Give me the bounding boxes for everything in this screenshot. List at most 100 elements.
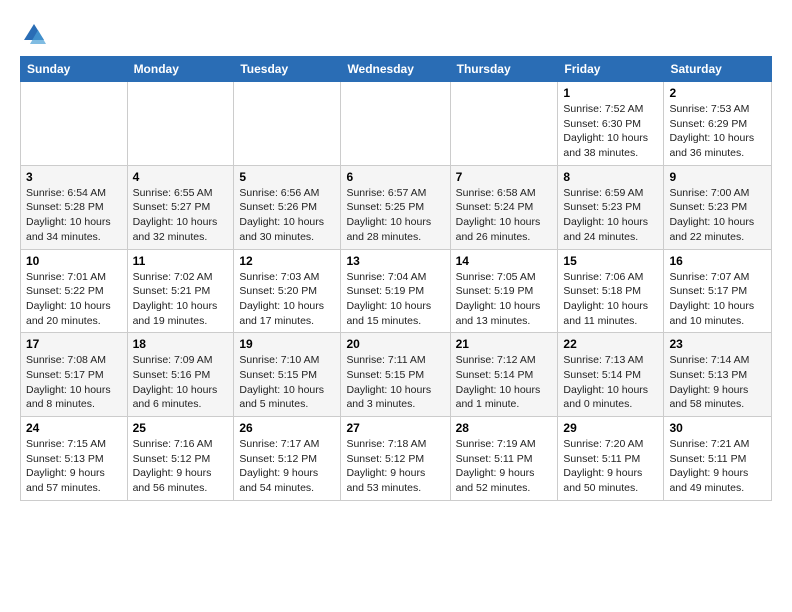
calendar-week-row: 3 Sunrise: 6:54 AM Sunset: 5:28 PM Daylig… <box>21 165 772 249</box>
day-number: 3 <box>26 170 122 184</box>
day-info: Sunrise: 7:14 AM Sunset: 5:13 PM Dayligh… <box>669 353 766 412</box>
calendar-cell: 24 Sunrise: 7:15 AM Sunset: 5:13 PM Dayli… <box>21 417 128 501</box>
calendar-cell: 27 Sunrise: 7:18 AM Sunset: 5:12 PM Dayli… <box>341 417 450 501</box>
weekday-header-sunday: Sunday <box>21 57 128 82</box>
calendar-week-row: 17 Sunrise: 7:08 AM Sunset: 5:17 PM Dayli… <box>21 333 772 417</box>
day-info: Sunrise: 7:13 AM Sunset: 5:14 PM Dayligh… <box>563 353 658 412</box>
logo <box>20 20 52 48</box>
day-info: Sunrise: 6:57 AM Sunset: 5:25 PM Dayligh… <box>346 186 444 245</box>
day-number: 30 <box>669 421 766 435</box>
calendar-cell: 22 Sunrise: 7:13 AM Sunset: 5:14 PM Dayli… <box>558 333 664 417</box>
calendar-week-row: 24 Sunrise: 7:15 AM Sunset: 5:13 PM Dayli… <box>21 417 772 501</box>
calendar-cell: 6 Sunrise: 6:57 AM Sunset: 5:25 PM Daylig… <box>341 165 450 249</box>
day-info: Sunrise: 7:03 AM Sunset: 5:20 PM Dayligh… <box>239 270 335 329</box>
calendar-cell: 7Sunrise: 6:58 AM Sunset: 5:24 PM Daylig… <box>450 165 558 249</box>
calendar-cell: 14Sunrise: 7:05 AM Sunset: 5:19 PM Dayli… <box>450 249 558 333</box>
calendar-cell <box>127 82 234 166</box>
calendar-cell: 13 Sunrise: 7:04 AM Sunset: 5:19 PM Dayli… <box>341 249 450 333</box>
day-number: 13 <box>346 254 444 268</box>
day-number: 7 <box>456 170 553 184</box>
weekday-header-monday: Monday <box>127 57 234 82</box>
day-number: 6 <box>346 170 444 184</box>
day-number: 11 <box>133 254 229 268</box>
calendar-cell: 10 Sunrise: 7:01 AM Sunset: 5:22 PM Dayli… <box>21 249 128 333</box>
day-info: Sunrise: 7:02 AM Sunset: 5:21 PM Dayligh… <box>133 270 229 329</box>
calendar-cell: 4Sunrise: 6:55 AM Sunset: 5:27 PM Daylig… <box>127 165 234 249</box>
day-number: 18 <box>133 337 229 351</box>
calendar-cell: 18 Sunrise: 7:09 AM Sunset: 5:16 PM Dayli… <box>127 333 234 417</box>
calendar-cell: 8 Sunrise: 6:59 AM Sunset: 5:23 PM Daylig… <box>558 165 664 249</box>
day-info: Sunrise: 7:52 AM Sunset: 6:30 PM Dayligh… <box>563 102 658 161</box>
calendar-cell <box>21 82 128 166</box>
day-number: 26 <box>239 421 335 435</box>
calendar-cell: 21 Sunrise: 7:12 AM Sunset: 5:14 PM Dayli… <box>450 333 558 417</box>
day-number: 20 <box>346 337 444 351</box>
calendar-cell: 28 Sunrise: 7:19 AM Sunset: 5:11 PM Dayli… <box>450 417 558 501</box>
calendar-cell <box>450 82 558 166</box>
calendar-week-row: 1Sunrise: 7:52 AM Sunset: 6:30 PM Daylig… <box>21 82 772 166</box>
weekday-header-friday: Friday <box>558 57 664 82</box>
calendar-cell: 17 Sunrise: 7:08 AM Sunset: 5:17 PM Dayli… <box>21 333 128 417</box>
calendar-cell: 3 Sunrise: 6:54 AM Sunset: 5:28 PM Daylig… <box>21 165 128 249</box>
day-number: 15 <box>563 254 658 268</box>
calendar-cell: 30 Sunrise: 7:21 AM Sunset: 5:11 PM Dayli… <box>664 417 772 501</box>
header <box>20 16 772 48</box>
calendar-cell: 20 Sunrise: 7:11 AM Sunset: 5:15 PM Dayli… <box>341 333 450 417</box>
day-info: Sunrise: 7:08 AM Sunset: 5:17 PM Dayligh… <box>26 353 122 412</box>
day-number: 8 <box>563 170 658 184</box>
calendar-cell: 29Sunrise: 7:20 AM Sunset: 5:11 PM Dayli… <box>558 417 664 501</box>
calendar-header-row: SundayMondayTuesdayWednesdayThursdayFrid… <box>21 57 772 82</box>
day-number: 21 <box>456 337 553 351</box>
day-info: Sunrise: 7:11 AM Sunset: 5:15 PM Dayligh… <box>346 353 444 412</box>
calendar-table: SundayMondayTuesdayWednesdayThursdayFrid… <box>20 56 772 501</box>
day-info: Sunrise: 7:19 AM Sunset: 5:11 PM Dayligh… <box>456 437 553 496</box>
day-number: 22 <box>563 337 658 351</box>
weekday-header-tuesday: Tuesday <box>234 57 341 82</box>
day-info: Sunrise: 7:21 AM Sunset: 5:11 PM Dayligh… <box>669 437 766 496</box>
logo-icon <box>20 20 48 48</box>
day-number: 17 <box>26 337 122 351</box>
day-info: Sunrise: 7:15 AM Sunset: 5:13 PM Dayligh… <box>26 437 122 496</box>
day-info: Sunrise: 7:09 AM Sunset: 5:16 PM Dayligh… <box>133 353 229 412</box>
day-info: Sunrise: 7:12 AM Sunset: 5:14 PM Dayligh… <box>456 353 553 412</box>
day-number: 23 <box>669 337 766 351</box>
day-info: Sunrise: 7:06 AM Sunset: 5:18 PM Dayligh… <box>563 270 658 329</box>
day-number: 9 <box>669 170 766 184</box>
day-number: 29 <box>563 421 658 435</box>
day-number: 2 <box>669 86 766 100</box>
day-number: 12 <box>239 254 335 268</box>
calendar-cell: 25 Sunrise: 7:16 AM Sunset: 5:12 PM Dayli… <box>127 417 234 501</box>
day-number: 16 <box>669 254 766 268</box>
day-info: Sunrise: 6:56 AM Sunset: 5:26 PM Dayligh… <box>239 186 335 245</box>
calendar-cell: 16Sunrise: 7:07 AM Sunset: 5:17 PM Dayli… <box>664 249 772 333</box>
calendar-cell: 23 Sunrise: 7:14 AM Sunset: 5:13 PM Dayli… <box>664 333 772 417</box>
weekday-header-wednesday: Wednesday <box>341 57 450 82</box>
day-number: 5 <box>239 170 335 184</box>
calendar-cell <box>341 82 450 166</box>
day-number: 28 <box>456 421 553 435</box>
day-info: Sunrise: 7:04 AM Sunset: 5:19 PM Dayligh… <box>346 270 444 329</box>
calendar-cell <box>234 82 341 166</box>
day-info: Sunrise: 7:10 AM Sunset: 5:15 PM Dayligh… <box>239 353 335 412</box>
weekday-header-thursday: Thursday <box>450 57 558 82</box>
day-info: Sunrise: 7:16 AM Sunset: 5:12 PM Dayligh… <box>133 437 229 496</box>
weekday-header-saturday: Saturday <box>664 57 772 82</box>
calendar-cell: 11 Sunrise: 7:02 AM Sunset: 5:21 PM Dayli… <box>127 249 234 333</box>
calendar-cell: 26 Sunrise: 7:17 AM Sunset: 5:12 PM Dayli… <box>234 417 341 501</box>
day-number: 14 <box>456 254 553 268</box>
page: SundayMondayTuesdayWednesdayThursdayFrid… <box>0 0 792 511</box>
calendar-cell: 19Sunrise: 7:10 AM Sunset: 5:15 PM Dayli… <box>234 333 341 417</box>
calendar-cell: 9Sunrise: 7:00 AM Sunset: 5:23 PM Daylig… <box>664 165 772 249</box>
day-info: Sunrise: 6:59 AM Sunset: 5:23 PM Dayligh… <box>563 186 658 245</box>
day-info: Sunrise: 7:17 AM Sunset: 5:12 PM Dayligh… <box>239 437 335 496</box>
day-number: 10 <box>26 254 122 268</box>
day-number: 24 <box>26 421 122 435</box>
day-info: Sunrise: 7:18 AM Sunset: 5:12 PM Dayligh… <box>346 437 444 496</box>
calendar-cell: 2 Sunrise: 7:53 AM Sunset: 6:29 PM Daylig… <box>664 82 772 166</box>
day-number: 27 <box>346 421 444 435</box>
day-info: Sunrise: 7:01 AM Sunset: 5:22 PM Dayligh… <box>26 270 122 329</box>
day-info: Sunrise: 7:53 AM Sunset: 6:29 PM Dayligh… <box>669 102 766 161</box>
day-info: Sunrise: 6:54 AM Sunset: 5:28 PM Dayligh… <box>26 186 122 245</box>
day-info: Sunrise: 6:55 AM Sunset: 5:27 PM Dayligh… <box>133 186 229 245</box>
day-number: 25 <box>133 421 229 435</box>
